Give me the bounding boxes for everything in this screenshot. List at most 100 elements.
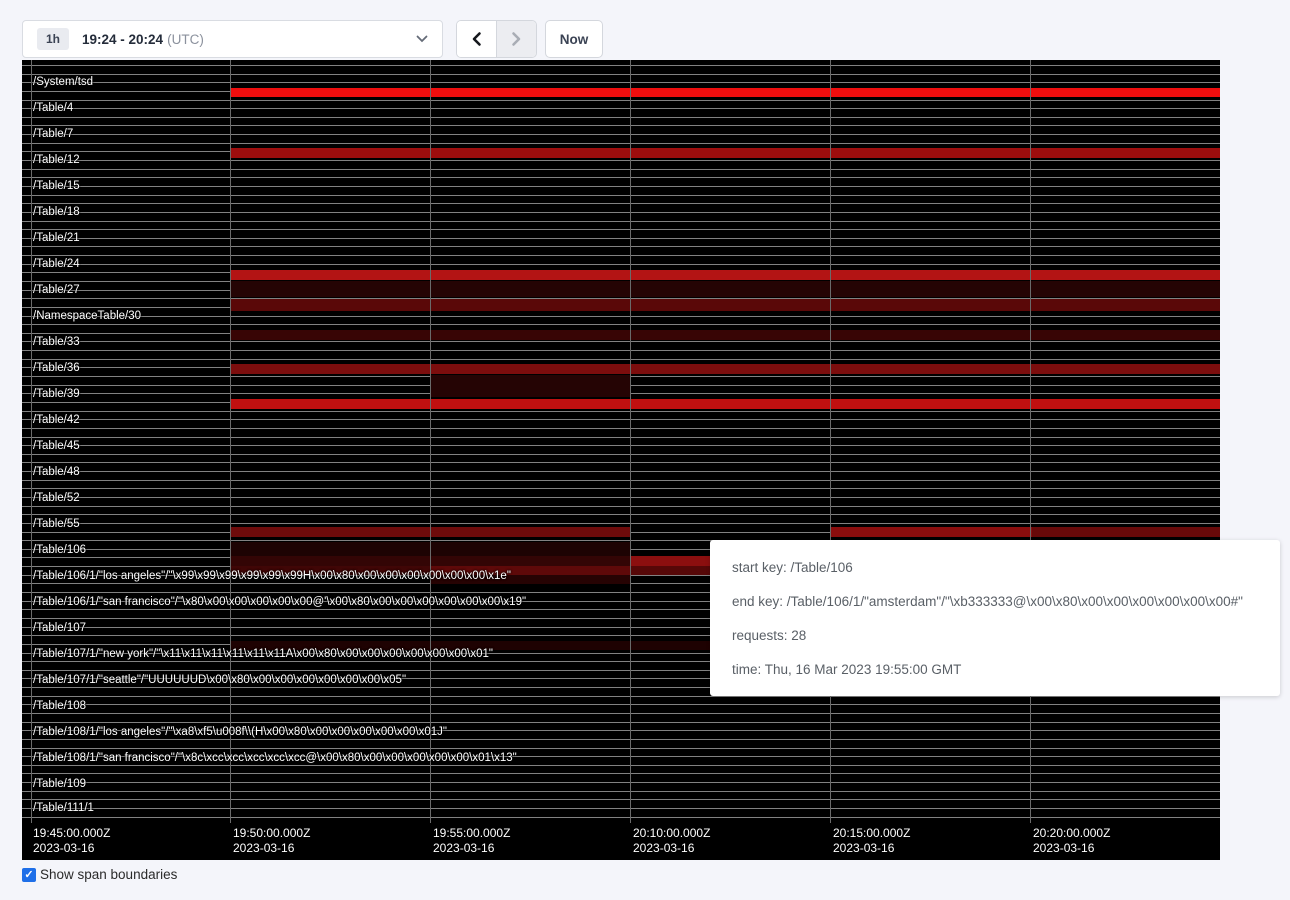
- hot-span-band[interactable]: [230, 299, 1220, 311]
- time-gridline: [31, 60, 32, 823]
- span-boundary-line: [22, 125, 1220, 126]
- span-boundary-line: [22, 186, 1220, 187]
- time-range-selector[interactable]: 1h 19:24 - 20:24 (UTC): [22, 20, 443, 58]
- hot-span-band[interactable]: [230, 330, 1220, 340]
- span-key-label: /Table/107/1/"seattle"/"UUUUUUD\x00\x80\…: [33, 674, 406, 686]
- span-key-label: /Table/106: [33, 544, 86, 556]
- span-boundary-line: [22, 462, 1220, 463]
- hot-span-band[interactable]: [230, 281, 1220, 297]
- hot-span-band[interactable]: [230, 88, 1220, 97]
- span-boundary-line: [22, 704, 1220, 705]
- span-boundary-line: [22, 74, 1220, 75]
- span-boundary-line: [22, 212, 1220, 213]
- span-boundary-line: [22, 117, 1220, 118]
- span-boundary-line: [22, 246, 1220, 247]
- hot-span-band[interactable]: [430, 375, 630, 397]
- span-key-label: /Table/107: [33, 622, 86, 634]
- span-key-label: /System/tsd: [33, 76, 93, 88]
- x-axis-tick-label: 20:20:00.000Z2023-03-16: [1033, 826, 1110, 856]
- span-boundary-line: [22, 748, 1220, 749]
- tooltip-time: time: Thu, 16 Mar 2023 19:55:00 GMT: [732, 662, 1258, 677]
- tick-time: 20:20:00.000Z: [1033, 826, 1110, 841]
- span-tooltip: start key: /Table/106 end key: /Table/10…: [710, 540, 1280, 696]
- tooltip-requests: requests: 28: [732, 628, 1258, 643]
- span-key-label: /Table/39: [33, 388, 80, 400]
- chevron-left-icon: [471, 31, 482, 47]
- chevron-right-icon: [511, 31, 522, 47]
- x-axis-tick-label: 20:10:00.000Z2023-03-16: [633, 826, 710, 856]
- hot-span-band[interactable]: [230, 148, 1220, 158]
- span-key-label: /Table/109: [33, 778, 86, 790]
- show-span-boundaries-option: ✓ Show span boundaries: [22, 867, 177, 882]
- span-boundary-line: [22, 411, 1220, 412]
- span-boundary-line: [22, 817, 1220, 818]
- span-boundary-line: [22, 428, 1220, 429]
- heatmap-canvas[interactable]: /System/tsd/Table/4/Table/7/Table/12/Tab…: [22, 60, 1220, 860]
- span-key-label: /Table/45: [33, 440, 80, 452]
- span-boundary-line: [22, 471, 1220, 472]
- span-boundary-line: [22, 203, 1220, 204]
- show-span-boundaries-label: Show span boundaries: [40, 867, 177, 882]
- span-boundary-line: [22, 100, 1220, 101]
- span-boundary-line: [22, 221, 1220, 222]
- tick-date: 2023-03-16: [33, 841, 110, 856]
- span-boundary-line: [22, 108, 1220, 109]
- span-boundary-line: [22, 160, 1220, 161]
- tick-date: 2023-03-16: [633, 841, 710, 856]
- tick-time: 19:50:00.000Z: [233, 826, 310, 841]
- span-key-label: /Table/52: [33, 492, 80, 504]
- span-boundary-line: [22, 169, 1220, 170]
- span-boundary-line: [22, 514, 1220, 515]
- x-axis-tick-label: 19:50:00.000Z2023-03-16: [233, 826, 310, 856]
- hot-span-band[interactable]: [830, 527, 1032, 537]
- span-boundary-line: [22, 65, 1220, 66]
- time-gridline: [830, 60, 831, 823]
- span-boundary-line: [22, 264, 1220, 265]
- previous-interval-button[interactable]: [457, 21, 497, 57]
- time-gridline: [1030, 60, 1031, 823]
- hot-span-band[interactable]: [230, 364, 1220, 374]
- hot-span-band[interactable]: [1032, 527, 1220, 537]
- hot-span-band[interactable]: [630, 566, 714, 575]
- hot-span-band[interactable]: [230, 399, 1220, 409]
- span-boundary-line: [22, 195, 1220, 196]
- span-boundary-line: [22, 324, 1220, 325]
- span-key-label: /Table/48: [33, 466, 80, 478]
- span-boundary-line: [22, 341, 1220, 342]
- span-boundary-line: [22, 177, 1220, 178]
- span-boundary-line: [22, 765, 1220, 766]
- span-key-label: /Table/111/1: [33, 802, 94, 814]
- span-key-label: /Table/24: [33, 258, 80, 270]
- span-boundary-line: [22, 523, 1220, 524]
- show-span-boundaries-checkbox[interactable]: ✓: [22, 868, 36, 882]
- now-button[interactable]: Now: [545, 20, 603, 58]
- span-key-label: /Table/106/1/"los angeles"/"\x99\x99\x99…: [33, 570, 511, 582]
- span-key-label: /Table/108/1/"los angeles"/"\xa8\xf5\u00…: [33, 726, 447, 738]
- span-boundary-line: [22, 316, 1220, 317]
- next-interval-button[interactable]: [497, 21, 537, 57]
- span-key-label: /Table/27: [33, 284, 80, 296]
- span-key-label: /Table/7: [33, 128, 73, 140]
- span-boundary-line: [22, 419, 1220, 420]
- x-axis-tick-label: 19:45:00.000Z2023-03-16: [33, 826, 110, 856]
- hot-span-band[interactable]: [230, 270, 1220, 280]
- chevron-down-icon: [416, 35, 428, 43]
- span-key-label: /Table/18: [33, 206, 80, 218]
- span-key-label: /NamespaceTable/30: [33, 310, 141, 322]
- span-key-label: /Table/108: [33, 700, 86, 712]
- span-boundary-line: [22, 480, 1220, 481]
- span-boundary-line: [22, 445, 1220, 446]
- tick-date: 2023-03-16: [1033, 841, 1110, 856]
- span-key-label: /Table/33: [33, 336, 80, 348]
- tick-date: 2023-03-16: [233, 841, 310, 856]
- span-key-label: /Table/12: [33, 154, 80, 166]
- span-boundary-line: [22, 229, 1220, 230]
- span-boundary-line: [22, 773, 1220, 774]
- tick-time: 20:10:00.000Z: [633, 826, 710, 841]
- hot-span-band[interactable]: [630, 556, 714, 566]
- tooltip-end-key: end key: /Table/106/1/"amsterdam"/"\xb33…: [732, 594, 1258, 609]
- span-boundary-line: [22, 497, 1220, 498]
- span-boundary-line: [22, 143, 1220, 144]
- span-boundary-line: [22, 808, 1220, 809]
- span-boundary-line: [22, 506, 1220, 507]
